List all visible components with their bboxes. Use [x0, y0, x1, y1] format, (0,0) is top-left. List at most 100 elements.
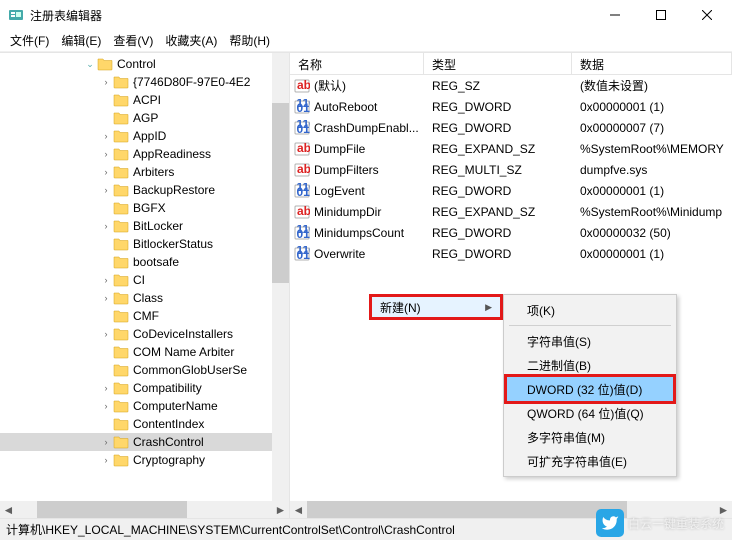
- expand-icon[interactable]: ›: [100, 293, 112, 303]
- scrollbar-thumb[interactable]: [272, 103, 289, 283]
- menu-item[interactable]: 项(K): [507, 298, 673, 322]
- tree-item[interactable]: BGFX: [0, 199, 289, 217]
- column-type[interactable]: 类型: [424, 53, 572, 74]
- tree-item[interactable]: › CrashControl: [0, 433, 289, 451]
- tree-item[interactable]: ›Class: [0, 289, 289, 307]
- value-data: 0x00000032 (50): [572, 226, 732, 240]
- tree-item[interactable]: ContentIndex: [0, 415, 289, 433]
- collapse-icon[interactable]: ⌄: [84, 59, 96, 70]
- expand-icon[interactable]: ›: [100, 437, 112, 447]
- expand-icon[interactable]: ›: [100, 77, 112, 87]
- svg-text:011: 011: [297, 101, 311, 115]
- folder-icon: [113, 381, 129, 395]
- tree-item[interactable]: ›BackupRestore: [0, 181, 289, 199]
- menu-edit[interactable]: 编辑(E): [55, 30, 107, 51]
- maximize-button[interactable]: [638, 0, 684, 30]
- value-name: DumpFilters: [314, 163, 379, 177]
- menu-view[interactable]: 查看(V): [107, 30, 159, 51]
- tree-item[interactable]: CommonGlobUserSe: [0, 361, 289, 379]
- tree-item[interactable]: ›{7746D80F-97E0-4E2: [0, 73, 289, 91]
- tree-vertical-scrollbar[interactable]: [272, 53, 289, 501]
- submenu-arrow-icon: ▶: [485, 302, 492, 313]
- list-row[interactable]: 110011LogEventREG_DWORD0x00000001 (1): [290, 180, 732, 201]
- tree-label: BitLocker: [133, 219, 183, 233]
- folder-icon: [113, 129, 129, 143]
- scroll-right-icon[interactable]: ►: [272, 501, 289, 518]
- svg-text:ab: ab: [297, 204, 310, 218]
- value-type: REG_DWORD: [424, 226, 572, 240]
- column-data[interactable]: 数据: [572, 53, 732, 74]
- tree-item[interactable]: CMF: [0, 307, 289, 325]
- tree-label: CrashControl: [133, 435, 204, 449]
- tree-root[interactable]: ⌄Control: [0, 55, 289, 73]
- value-name: CrashDumpEnabl...: [314, 121, 419, 135]
- context-new-item[interactable]: 新建(N) ▶: [369, 294, 503, 320]
- minimize-button[interactable]: [592, 0, 638, 30]
- list-row[interactable]: 110011CrashDumpEnabl...REG_DWORD0x000000…: [290, 117, 732, 138]
- folder-icon: [113, 219, 129, 233]
- list-row[interactable]: 110011MinidumpsCountREG_DWORD0x00000032 …: [290, 222, 732, 243]
- scrollbar-thumb[interactable]: [307, 501, 627, 518]
- tree-label: CI: [133, 273, 145, 287]
- list-row[interactable]: abDumpFileREG_EXPAND_SZ%SystemRoot%\MEMO…: [290, 138, 732, 159]
- tree-horizontal-scrollbar[interactable]: ◄ ►: [0, 501, 289, 518]
- status-path: 计算机\HKEY_LOCAL_MACHINE\SYSTEM\CurrentCon…: [6, 521, 455, 538]
- tree-item[interactable]: ›AppReadiness: [0, 145, 289, 163]
- folder-icon: [113, 255, 129, 269]
- tree-item[interactable]: ›Compatibility: [0, 379, 289, 397]
- menu-file[interactable]: 文件(F): [4, 30, 55, 51]
- tree-label: AppID: [133, 129, 166, 143]
- value-str-icon: ab: [294, 162, 310, 178]
- close-button[interactable]: [684, 0, 730, 30]
- tree-item[interactable]: COM Name Arbiter: [0, 343, 289, 361]
- expand-icon[interactable]: ›: [100, 455, 112, 465]
- tree-item[interactable]: › CI: [0, 271, 289, 289]
- folder-icon: [113, 309, 129, 323]
- menu-item[interactable]: QWORD (64 位)值(Q): [507, 401, 673, 425]
- tree-item[interactable]: ›Arbiters: [0, 163, 289, 181]
- menu-item[interactable]: 可扩充字符串值(E): [507, 449, 673, 473]
- folder-icon: [113, 147, 129, 161]
- menu-help[interactable]: 帮助(H): [223, 30, 276, 51]
- expand-icon[interactable]: ›: [100, 167, 112, 177]
- menu-item[interactable]: 字符串值(S): [507, 329, 673, 353]
- value-data: 0x00000007 (7): [572, 121, 732, 135]
- expand-icon[interactable]: ›: [100, 275, 112, 285]
- list-row[interactable]: abMinidumpDirREG_EXPAND_SZ%SystemRoot%\M…: [290, 201, 732, 222]
- scrollbar-thumb[interactable]: [37, 501, 187, 518]
- value-type: REG_DWORD: [424, 184, 572, 198]
- tree-item[interactable]: ACPI: [0, 91, 289, 109]
- list-row[interactable]: ab(默认)REG_SZ(数值未设置): [290, 75, 732, 96]
- scroll-left-icon[interactable]: ◄: [0, 501, 17, 518]
- menu-favorites[interactable]: 收藏夹(A): [159, 30, 223, 51]
- tree-item[interactable]: BitlockerStatus: [0, 235, 289, 253]
- expand-icon[interactable]: ›: [100, 383, 112, 393]
- folder-icon: [113, 75, 129, 89]
- tree-item[interactable]: ›CoDeviceInstallers: [0, 325, 289, 343]
- expand-icon[interactable]: ›: [100, 185, 112, 195]
- value-data: 0x00000001 (1): [572, 184, 732, 198]
- expand-icon[interactable]: ›: [100, 221, 112, 231]
- list-row[interactable]: 110011AutoRebootREG_DWORD0x00000001 (1): [290, 96, 732, 117]
- expand-icon[interactable]: ›: [100, 149, 112, 159]
- expand-icon[interactable]: ›: [100, 329, 112, 339]
- value-name: LogEvent: [314, 184, 365, 198]
- column-name[interactable]: 名称: [290, 53, 424, 74]
- scroll-left-icon[interactable]: ◄: [290, 501, 307, 518]
- tree-item[interactable]: AGP: [0, 109, 289, 127]
- list-row[interactable]: 110011OverwriteREG_DWORD0x00000001 (1): [290, 243, 732, 264]
- folder-icon: [113, 201, 129, 215]
- tree-item[interactable]: ›ComputerName: [0, 397, 289, 415]
- expand-icon[interactable]: ›: [100, 131, 112, 141]
- tree-item[interactable]: › AppID: [0, 127, 289, 145]
- tree-item[interactable]: ›Cryptography: [0, 451, 289, 469]
- menu-item-label: QWORD (64 位)值(Q): [527, 405, 644, 422]
- tree-item[interactable]: › BitLocker: [0, 217, 289, 235]
- tree-item[interactable]: bootsafe: [0, 253, 289, 271]
- menu-item-dword[interactable]: DWORD (32 位)值(D): [507, 377, 673, 401]
- tree-label: AGP: [133, 111, 158, 125]
- expand-icon[interactable]: ›: [100, 401, 112, 411]
- list-row[interactable]: abDumpFiltersREG_MULTI_SZdumpfve.sys: [290, 159, 732, 180]
- menu-item[interactable]: 多字符串值(M): [507, 425, 673, 449]
- menu-item-label: 可扩充字符串值(E): [527, 453, 627, 470]
